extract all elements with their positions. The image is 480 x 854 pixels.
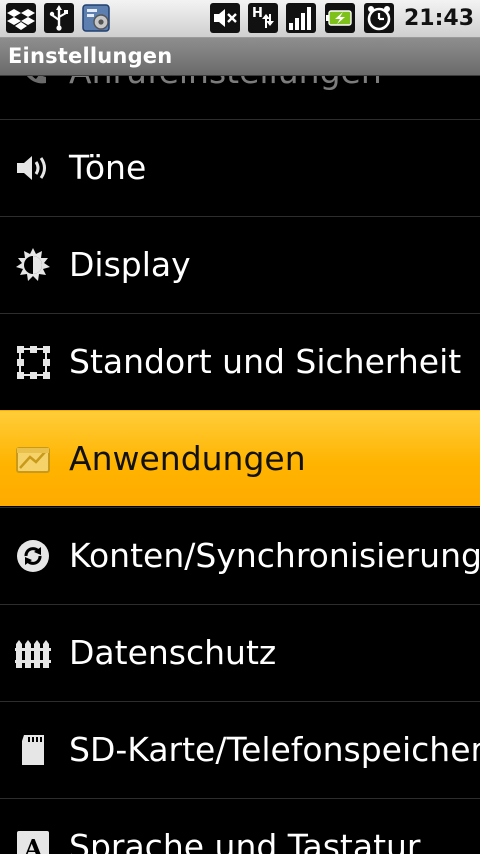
hspa-data-icon: H	[247, 3, 278, 33]
settings-notification-icon	[82, 3, 112, 33]
settings-item-label: Anrufeinstellungen	[69, 76, 382, 91]
settings-item-label: Konten/Synchronisierung	[69, 536, 480, 575]
settings-item-label: Datenschutz	[69, 633, 277, 672]
settings-item-accounts-sync[interactable]: Konten/Synchronisierung	[0, 507, 480, 603]
settings-item-sounds[interactable]: Töne	[0, 119, 480, 215]
settings-item-applications[interactable]: Anwendungen	[0, 410, 480, 506]
keyboard-letter-icon: A	[14, 828, 52, 854]
settings-item-label: Sprache und Tastatur	[69, 827, 421, 854]
sync-icon	[14, 537, 52, 575]
phone-icon	[14, 76, 52, 91]
usb-icon	[44, 3, 74, 33]
settings-item-call-settings[interactable]: Anrufeinstellungen	[0, 76, 480, 119]
alarm-icon	[363, 3, 394, 33]
dropbox-icon	[6, 3, 36, 33]
settings-item-privacy[interactable]: Datenschutz	[0, 604, 480, 700]
settings-item-language-keyboard[interactable]: A Sprache und Tastatur	[0, 798, 480, 854]
svg-text:A: A	[23, 834, 43, 854]
settings-item-sd-card-storage[interactable]: SD-Karte/Telefonspeicher	[0, 701, 480, 797]
location-grid-icon	[14, 343, 52, 381]
settings-item-label: Töne	[69, 148, 147, 187]
svg-text:H: H	[252, 6, 263, 21]
settings-item-location-security[interactable]: Standort und Sicherheit	[0, 313, 480, 409]
battery-charging-icon	[324, 3, 356, 33]
status-bar[interactable]: H 21:43	[0, 0, 480, 38]
settings-item-label: SD-Karte/Telefonspeicher	[69, 730, 480, 769]
settings-list[interactable]: Anrufeinstellungen Töne Display	[0, 76, 480, 854]
settings-item-display[interactable]: Display	[0, 216, 480, 312]
applications-icon	[14, 440, 52, 478]
mute-icon	[209, 3, 240, 33]
speaker-icon	[14, 149, 52, 187]
sd-card-icon	[14, 731, 52, 769]
title-bar: Einstellungen	[0, 38, 480, 76]
settings-item-label: Standort und Sicherheit	[69, 342, 462, 381]
privacy-fence-icon	[14, 634, 52, 672]
page-title: Einstellungen	[8, 44, 173, 68]
signal-icon	[285, 3, 316, 33]
clock-time: 21:43	[403, 5, 474, 31]
settings-item-label: Display	[69, 245, 191, 284]
settings-item-label: Anwendungen	[69, 439, 306, 478]
brightness-icon	[14, 246, 52, 284]
